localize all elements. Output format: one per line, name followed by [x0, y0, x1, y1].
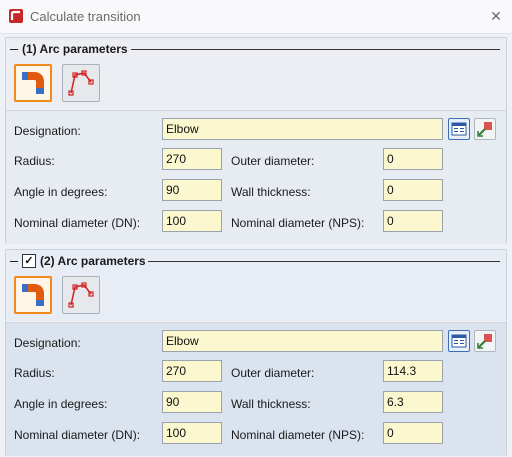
arc-type-polyline-button[interactable] [62, 64, 100, 102]
wall-thickness-label: Wall thickness: [231, 397, 311, 411]
pipe-elbow-icon [22, 72, 44, 94]
section-header: (1) Arc parameters [10, 41, 128, 57]
arc-type-elbow-button[interactable] [14, 64, 52, 102]
radius-field[interactable]: 270 [162, 148, 222, 170]
pick-from-model-button[interactable] [474, 330, 496, 352]
catalog-icon [451, 334, 467, 348]
catalog-button[interactable] [448, 118, 470, 140]
outer-diameter-label: Outer diameter: [231, 366, 315, 380]
polyline-arc-icon [68, 282, 94, 308]
wall-thickness-label: Wall thickness: [231, 185, 311, 199]
nominal-diameter-nps-label: Nominal diameter (NPS): [231, 428, 365, 442]
outer-diameter-field[interactable]: 0 [383, 148, 443, 170]
designation-field[interactable]: Elbow [162, 118, 443, 140]
outer-diameter-label: Outer diameter: [231, 154, 315, 168]
nominal-diameter-dn-field[interactable]: 100 [162, 422, 222, 444]
designation-field[interactable]: Elbow [162, 330, 443, 352]
catalog-icon [451, 122, 467, 136]
angle-label: Angle in degrees: [14, 397, 108, 411]
pipe-elbow-icon [22, 284, 44, 306]
radius-field[interactable]: 270 [162, 360, 222, 382]
arc-type-elbow-button[interactable] [14, 276, 52, 314]
section-title: (2) Arc parameters [40, 254, 146, 268]
section-title: (1) Arc parameters [22, 42, 128, 56]
nominal-diameter-nps-label: Nominal diameter (NPS): [231, 216, 365, 230]
angle-label: Angle in degrees: [14, 185, 108, 199]
wall-thickness-field[interactable]: 0 [383, 179, 443, 201]
radius-label: Radius: [14, 366, 55, 380]
pick-from-model-button[interactable] [474, 118, 496, 140]
catalog-button[interactable] [448, 330, 470, 352]
pick-from-model-icon [477, 122, 492, 137]
nominal-diameter-dn-field[interactable]: 100 [162, 210, 222, 232]
arc-parameters-section-1: (1) Arc parameters Designation: Elbow Ra… [5, 37, 507, 244]
nominal-diameter-dn-label: Nominal diameter (DN): [14, 428, 141, 442]
wall-thickness-field[interactable]: 6.3 [383, 391, 443, 413]
polyline-arc-icon [68, 70, 94, 96]
pick-from-model-icon [477, 334, 492, 349]
arc-type-polyline-button[interactable] [62, 276, 100, 314]
enable-section-checkbox[interactable]: ✓ [22, 254, 36, 268]
transition-app-icon [8, 8, 24, 24]
window-title: Calculate transition [30, 9, 141, 24]
radius-label: Radius: [14, 154, 55, 168]
designation-label: Designation: [14, 124, 81, 138]
nominal-diameter-nps-field[interactable]: 0 [383, 210, 443, 232]
angle-field[interactable]: 90 [162, 179, 222, 201]
outer-diameter-field[interactable]: 114.3 [383, 360, 443, 382]
section-header: ✓ (2) Arc parameters [10, 253, 146, 269]
title-bar: Calculate transition ✕ [0, 0, 512, 34]
close-icon[interactable]: ✕ [486, 6, 506, 26]
nominal-diameter-dn-label: Nominal diameter (DN): [14, 216, 141, 230]
angle-field[interactable]: 90 [162, 391, 222, 413]
arc-parameters-section-2: ✓ (2) Arc parameters Designation: Elbow [5, 249, 507, 456]
designation-label: Designation: [14, 336, 81, 350]
nominal-diameter-nps-field[interactable]: 0 [383, 422, 443, 444]
